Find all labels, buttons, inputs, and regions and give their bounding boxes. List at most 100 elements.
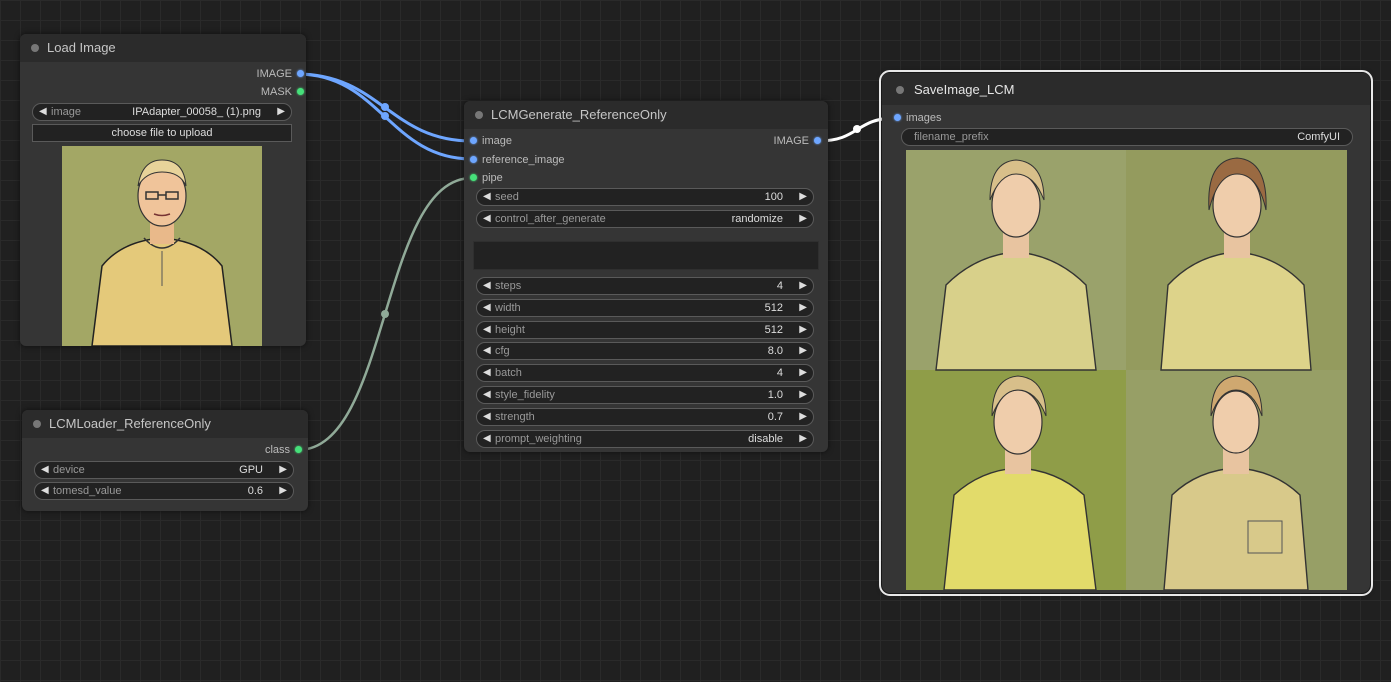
- increment-arrow-icon[interactable]: ▶: [799, 211, 807, 227]
- decrement-arrow-icon[interactable]: ◀: [483, 211, 491, 227]
- filename-prefix-widget[interactable]: filename_prefix ComfyUI: [901, 128, 1353, 146]
- increment-arrow-icon[interactable]: ▶: [279, 483, 287, 499]
- link-midpoint-dot[interactable]: [381, 112, 389, 120]
- widget-value: 4: [776, 367, 783, 379]
- widget-value: 0.6: [247, 485, 263, 497]
- increment-arrow-icon[interactable]: ▶: [799, 387, 807, 403]
- decrement-arrow-icon[interactable]: ◀: [483, 278, 491, 294]
- decrement-arrow-icon[interactable]: ◀: [483, 431, 491, 447]
- batch-widget[interactable]: ◀ batch 4 ▶: [476, 364, 814, 382]
- link-image-to-reference[interactable]: [296, 72, 473, 161]
- increment-arrow-icon[interactable]: ▶: [279, 462, 287, 478]
- tomesd-value-widget[interactable]: ◀ tomesd_value 0.6 ▶: [34, 482, 294, 500]
- increment-arrow-icon[interactable]: ▶: [799, 322, 807, 338]
- widget-label: filename_prefix: [914, 131, 989, 143]
- device-combo-widget[interactable]: ◀ device GPU ▶: [34, 461, 294, 479]
- increment-arrow-icon[interactable]: ▶: [799, 189, 807, 205]
- steps-widget[interactable]: ◀ steps 4 ▶: [476, 277, 814, 295]
- node-title: LCMGenerate_ReferenceOnly: [491, 107, 667, 122]
- node-title-bar[interactable]: LCMGenerate_ReferenceOnly: [464, 101, 828, 129]
- decrement-arrow-icon[interactable]: ◀: [483, 365, 491, 381]
- output-pin-icon[interactable]: [295, 446, 302, 453]
- collapse-dot-icon[interactable]: [31, 44, 39, 52]
- widget-label: strength: [495, 411, 535, 423]
- node-title-bar[interactable]: SaveImage_LCM: [882, 73, 1370, 105]
- increment-arrow-icon[interactable]: ▶: [799, 300, 807, 316]
- width-widget[interactable]: ◀ width 512 ▶: [476, 299, 814, 317]
- output-slot-mask[interactable]: MASK: [172, 86, 304, 98]
- widget-label: cfg: [495, 345, 510, 357]
- upload-button[interactable]: choose file to upload: [32, 124, 292, 142]
- node-title: LCMLoader_ReferenceOnly: [49, 416, 211, 431]
- widget-label: control_after_generate: [495, 213, 606, 225]
- input-slot-reference-image[interactable]: reference_image: [470, 154, 565, 166]
- image-combo-widget[interactable]: ◀ image IPAdapter_00058_ (1).png ▶: [32, 103, 292, 121]
- node-title-bar[interactable]: LCMLoader_ReferenceOnly: [22, 410, 308, 438]
- input-slot-images[interactable]: images: [894, 112, 941, 124]
- preview-image: [62, 146, 262, 346]
- output-slot-image[interactable]: IMAGE: [172, 68, 304, 80]
- slot-label: IMAGE: [773, 135, 809, 147]
- decrement-arrow-icon[interactable]: ◀: [483, 387, 491, 403]
- widget-value: 1.0: [767, 389, 783, 401]
- increment-arrow-icon[interactable]: ▶: [799, 365, 807, 381]
- lcm-generate-node[interactable]: LCMGenerate_ReferenceOnly image referenc…: [464, 101, 828, 452]
- increment-arrow-icon[interactable]: ▶: [799, 278, 807, 294]
- decrement-arrow-icon[interactable]: ◀: [39, 104, 47, 120]
- widget-label: tomesd_value: [53, 485, 122, 497]
- input-slot-pipe[interactable]: pipe: [470, 172, 503, 184]
- output-pin-icon[interactable]: [297, 70, 304, 77]
- input-pin-icon[interactable]: [894, 114, 901, 121]
- output-pin-icon[interactable]: [814, 137, 821, 144]
- decrement-arrow-icon[interactable]: ◀: [483, 300, 491, 316]
- save-image-node[interactable]: SaveImage_LCM images filename_prefix Com…: [879, 70, 1373, 596]
- prompt-weighting-widget[interactable]: ◀ prompt_weighting disable ▶: [476, 430, 814, 448]
- slot-label: image: [482, 135, 512, 147]
- decrement-arrow-icon[interactable]: ◀: [41, 483, 49, 499]
- load-image-node[interactable]: Load Image IMAGE MASK ◀ image IPAdapter_…: [20, 34, 306, 346]
- decrement-arrow-icon[interactable]: ◀: [41, 462, 49, 478]
- widget-value: randomize: [731, 213, 783, 225]
- link-class-to-pipe[interactable]: [297, 176, 473, 452]
- collapse-dot-icon[interactable]: [896, 86, 904, 94]
- widget-label: image: [51, 106, 81, 118]
- decrement-arrow-icon[interactable]: ◀: [483, 322, 491, 338]
- link-midpoint-dot[interactable]: [381, 103, 389, 111]
- slot-label: reference_image: [482, 154, 565, 166]
- lcm-loader-node[interactable]: LCMLoader_ReferenceOnly class ◀ device G…: [22, 410, 308, 511]
- control-after-generate-widget[interactable]: ◀ control_after_generate randomize ▶: [476, 210, 814, 228]
- widget-value: 512: [764, 324, 783, 336]
- input-pin-icon[interactable]: [470, 174, 477, 181]
- link-image-to-image[interactable]: [296, 72, 473, 143]
- input-slot-image[interactable]: image: [470, 135, 512, 147]
- seed-widget[interactable]: ◀ seed 100 ▶: [476, 188, 814, 206]
- collapse-dot-icon[interactable]: [475, 111, 483, 119]
- link-midpoint-dot[interactable]: [381, 310, 389, 318]
- decrement-arrow-icon[interactable]: ◀: [483, 409, 491, 425]
- widget-label: seed: [495, 191, 519, 203]
- widget-label: prompt_weighting: [495, 433, 582, 445]
- widget-value: 8.0: [767, 345, 783, 357]
- increment-arrow-icon[interactable]: ▶: [277, 104, 285, 120]
- collapse-dot-icon[interactable]: [33, 420, 41, 428]
- strength-widget[interactable]: ◀ strength 0.7 ▶: [476, 408, 814, 426]
- output-pin-icon[interactable]: [297, 88, 304, 95]
- increment-arrow-icon[interactable]: ▶: [799, 409, 807, 425]
- input-pin-icon[interactable]: [470, 137, 477, 144]
- prompt-textarea[interactable]: [473, 241, 819, 270]
- decrement-arrow-icon[interactable]: ◀: [483, 189, 491, 205]
- node-title-bar[interactable]: Load Image: [20, 34, 306, 62]
- node-title: SaveImage_LCM: [914, 82, 1015, 97]
- height-widget[interactable]: ◀ height 512 ▶: [476, 321, 814, 339]
- cfg-widget[interactable]: ◀ cfg 8.0 ▶: [476, 342, 814, 360]
- output-slot-image[interactable]: IMAGE: [689, 135, 821, 147]
- style-fidelity-widget[interactable]: ◀ style_fidelity 1.0 ▶: [476, 386, 814, 404]
- slot-label: IMAGE: [256, 68, 292, 80]
- increment-arrow-icon[interactable]: ▶: [799, 343, 807, 359]
- increment-arrow-icon[interactable]: ▶: [799, 431, 807, 447]
- output-slot-class[interactable]: class: [170, 444, 302, 456]
- decrement-arrow-icon[interactable]: ◀: [483, 343, 491, 359]
- link-midpoint-dot[interactable]: [853, 125, 861, 133]
- input-pin-icon[interactable]: [470, 156, 477, 163]
- widget-value: 0.7: [767, 411, 783, 423]
